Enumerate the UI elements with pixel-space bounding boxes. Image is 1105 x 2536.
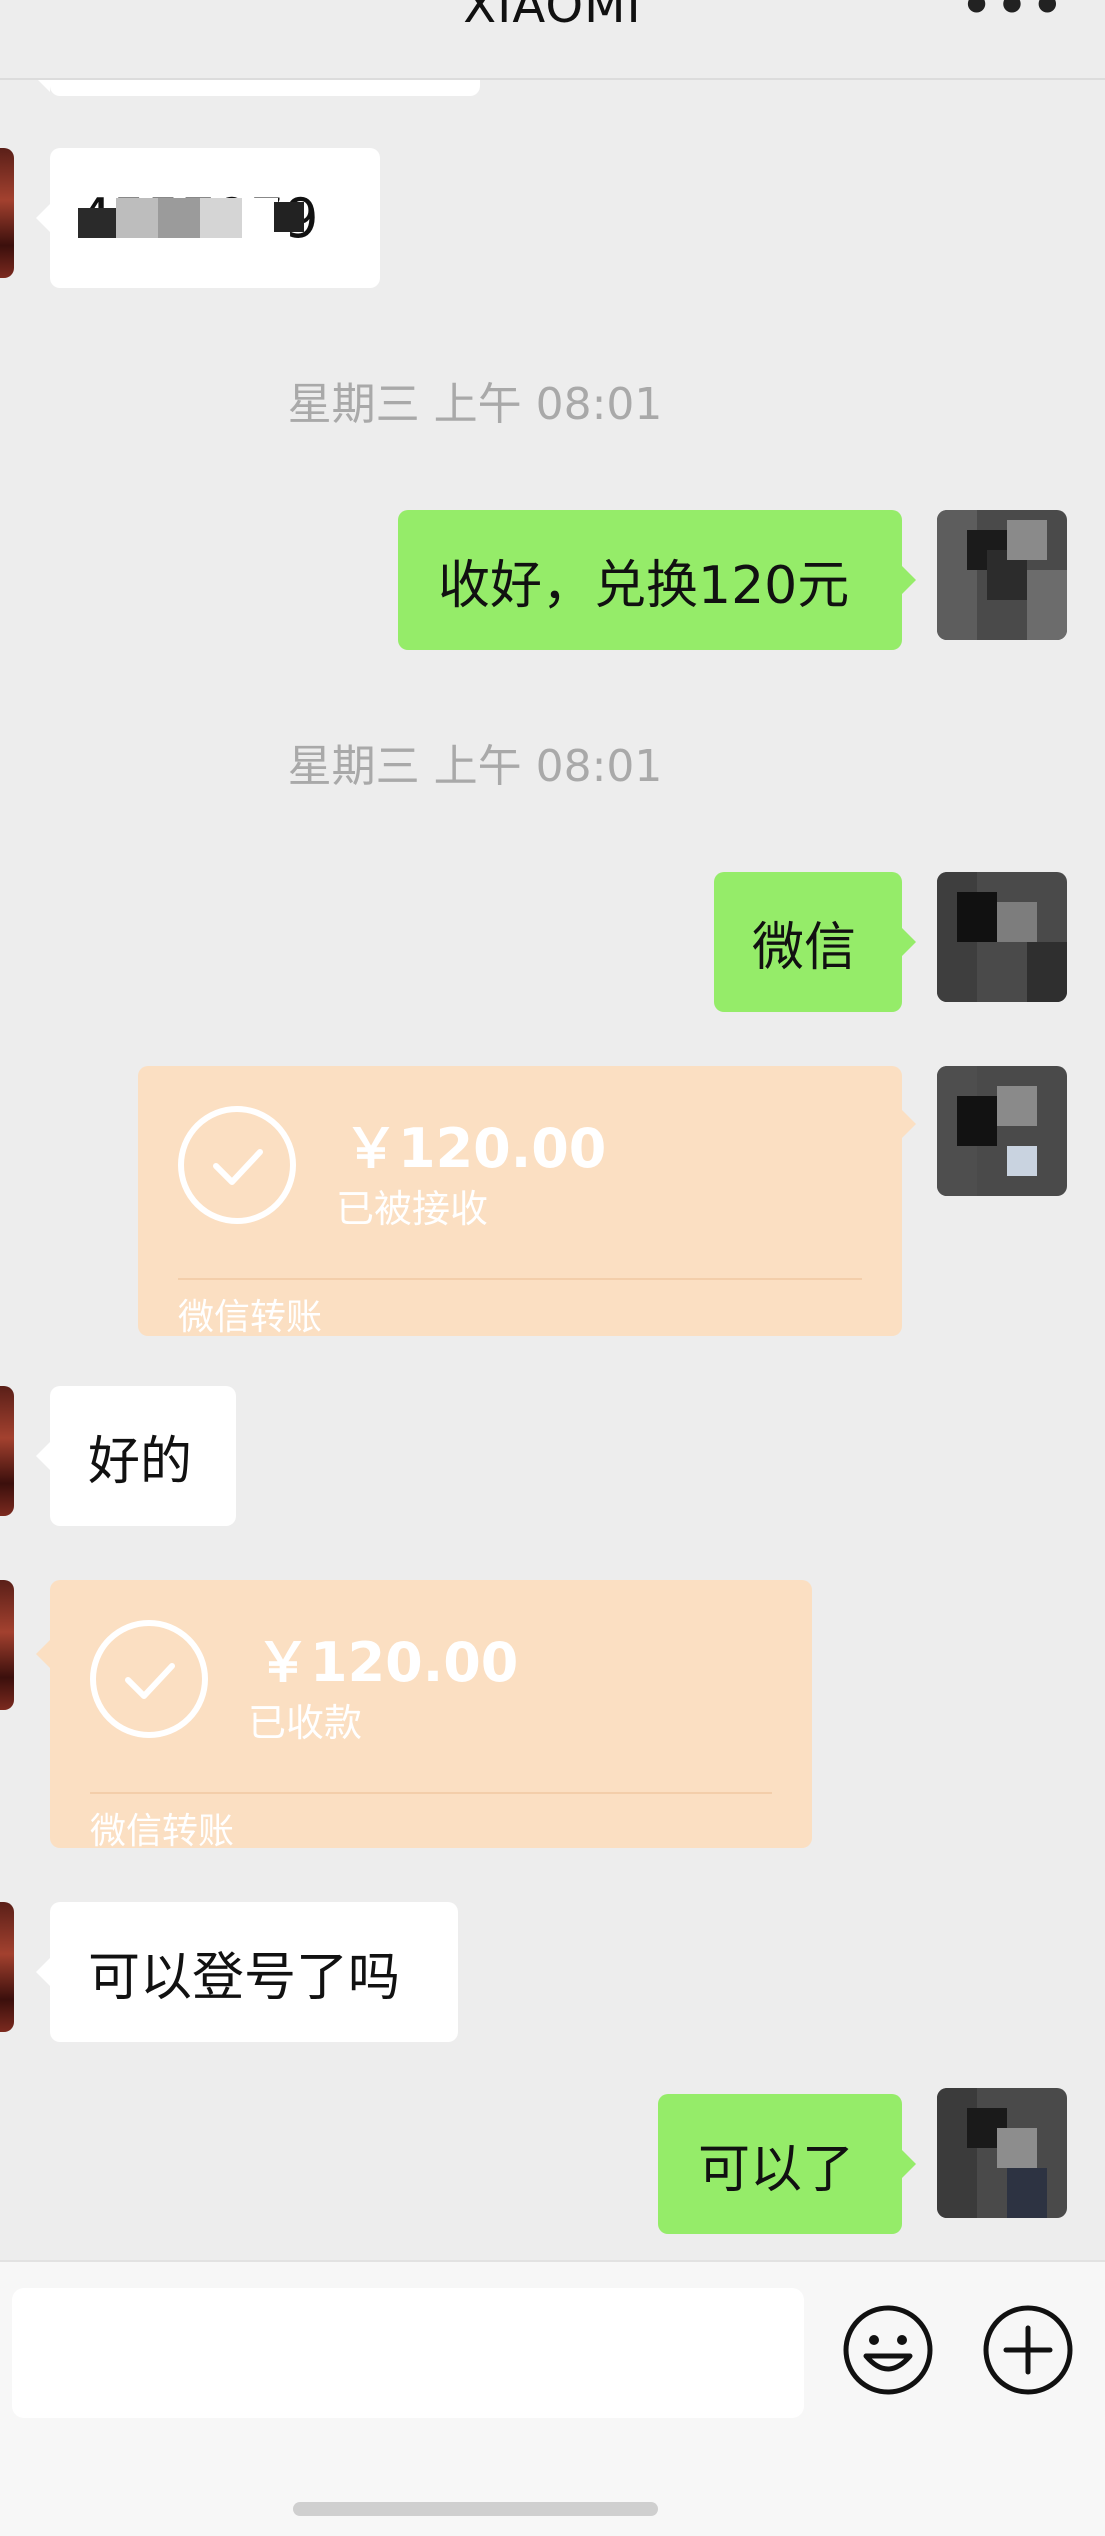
transfer-amount: ￥120.00: [344, 1117, 607, 1180]
message-bubble-received[interactable]: 4557979: [36, 148, 380, 288]
transfer-amount: ￥120.00: [256, 1631, 519, 1694]
message-text: 好的: [88, 1431, 193, 1492]
message-text: 收好，兑换120元: [438, 555, 850, 616]
redaction-mosaic: [78, 198, 318, 238]
message-bubble-received[interactable]: 好的: [36, 1386, 236, 1526]
user-avatar[interactable]: [937, 510, 1067, 640]
contact-avatar[interactable]: [0, 1902, 14, 2032]
transfer-status: 已被接收: [336, 1187, 489, 1231]
user-avatar[interactable]: [937, 872, 1067, 1002]
transfer-status: 已收款: [248, 1701, 363, 1745]
transfer-card-sent[interactable]: ￥120.00 已被接收 微信转账: [138, 1066, 916, 1338]
contact-avatar[interactable]: [0, 148, 14, 278]
contact-avatar[interactable]: [0, 1386, 14, 1516]
timestamp: 星期三 上午 08:01: [287, 379, 663, 430]
message-bubble-sent[interactable]: 可以了: [658, 2094, 916, 2234]
transfer-label: 微信转账: [178, 1297, 323, 1338]
divider: [178, 1278, 862, 1280]
transfer-label: 微信转账: [90, 1811, 235, 1852]
divider: [90, 1792, 772, 1794]
contact-avatar[interactable]: [0, 1580, 14, 1710]
message-input[interactable]: [12, 2288, 804, 2418]
plus-circle-icon[interactable]: [980, 2302, 1076, 2398]
timestamp: 星期三 上午 08:01: [287, 741, 663, 792]
message-text: 微信: [752, 917, 857, 978]
user-avatar[interactable]: [937, 1066, 1067, 1196]
message-bubble-received[interactable]: 可以登号了吗: [36, 1902, 458, 2042]
chat-header: XIAOMI •••: [0, 0, 1105, 80]
input-toolbar: [0, 2260, 1105, 2536]
smiley-icon[interactable]: [840, 2302, 936, 2398]
check-circle-icon: [178, 1106, 296, 1224]
message-text: 可以了: [698, 2139, 855, 2200]
message-text: 可以登号了吗: [88, 1947, 401, 2008]
user-avatar[interactable]: [937, 2088, 1067, 2218]
chat-title: XIAOMI: [463, 0, 642, 34]
more-options-icon[interactable]: •••: [959, 0, 1065, 36]
home-indicator[interactable]: [293, 2502, 658, 2516]
message-bubble-sent[interactable]: 微信: [714, 872, 916, 1012]
transfer-card-received[interactable]: ￥120.00 已收款 微信转账: [36, 1580, 812, 1852]
message-bubble-sent[interactable]: 收好，兑换120元: [398, 510, 916, 650]
check-circle-icon: [90, 1620, 208, 1738]
